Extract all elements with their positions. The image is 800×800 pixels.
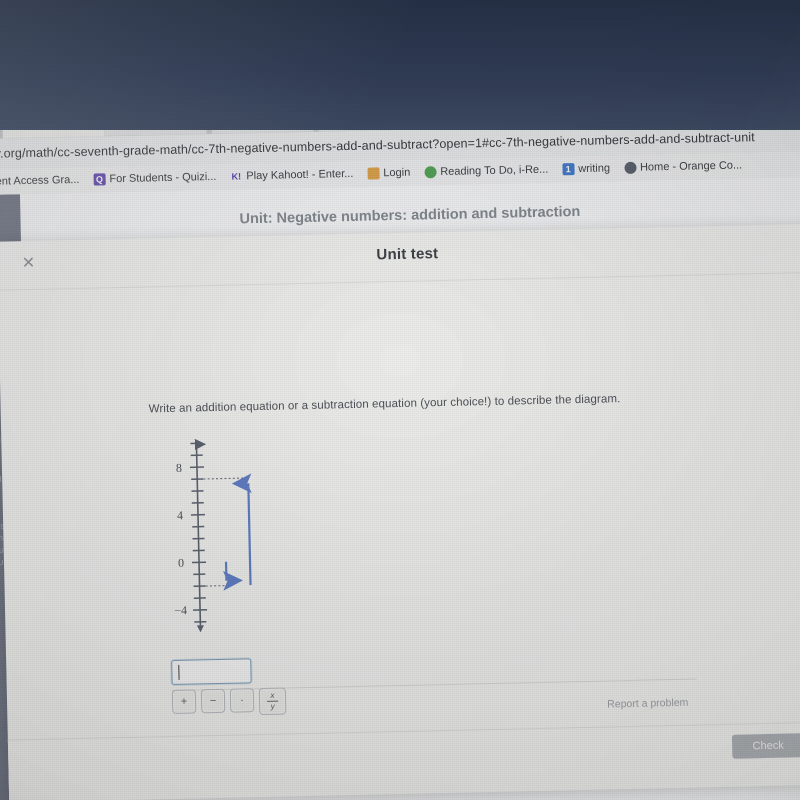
- answer-row: [171, 658, 252, 685]
- answer-input[interactable]: [171, 658, 252, 685]
- bookmark-login[interactable]: Login: [367, 167, 410, 180]
- bookmark-label: Login: [383, 166, 411, 180]
- minus-button[interactable]: −: [200, 688, 226, 714]
- fraction-denominator: y: [270, 701, 275, 711]
- bookmark-quizizz[interactable]: Q For Students - Quizi...: [93, 170, 217, 186]
- question-prompt: Write an addition equation or a subtract…: [148, 393, 621, 416]
- bookmark-label: For Students - Quizi...: [109, 170, 217, 186]
- writing-icon: 1: [562, 163, 575, 176]
- screen-content: ✕ * Negative ✕ * Negative ✕ * Negative ✕: [0, 86, 800, 800]
- multiply-dot-button[interactable]: ·: [229, 688, 255, 713]
- guide-at-7: [199, 477, 249, 480]
- tick-label-minus-4: −4: [174, 603, 187, 617]
- text-caret: [178, 664, 180, 680]
- bookmark-kahoot[interactable]: K! Play Kahoot! - Enter...: [230, 167, 354, 183]
- monitor-bezel-top: [0, 0, 800, 130]
- bookmark-label: writing: [578, 162, 611, 176]
- kahoot-icon: K!: [231, 171, 242, 182]
- bookmark-writing[interactable]: 1 writing: [562, 162, 611, 176]
- photographed-screen: ✕ * Negative ✕ * Negative ✕ * Negative ✕: [0, 0, 800, 800]
- unit-test-modal: ✕ Unit test Write an addition equation o…: [0, 223, 800, 800]
- iready-icon: [424, 166, 437, 179]
- bookmark-iready[interactable]: Reading To Do, i-Re...: [424, 164, 548, 179]
- plus-button[interactable]: +: [171, 689, 197, 714]
- login-icon: [367, 167, 380, 180]
- bookmark-student-access[interactable]: ent Access Gra...: [0, 174, 80, 188]
- check-button[interactable]: Check: [731, 733, 800, 759]
- up-arrow: [231, 473, 252, 586]
- tick-label-8: 8: [176, 461, 182, 475]
- quizizz-icon: Q: [93, 173, 106, 186]
- report-problem-link[interactable]: Report a problem: [607, 697, 688, 711]
- number-line-diagram: 8 4 0 −4: [151, 429, 366, 649]
- tick-label-0: 0: [178, 556, 184, 570]
- axis-arrow-down: [196, 625, 204, 633]
- bookmark-label: Play Kahoot! - Enter...: [246, 167, 354, 183]
- unit-heading: Unit: Negative numbers: addition and sub…: [239, 203, 581, 228]
- fraction-numerator: x: [270, 690, 275, 700]
- bookmark-label: Home - Orange Co...: [639, 159, 743, 174]
- bookmark-label: ent Access Gra...: [0, 173, 80, 188]
- operator-button-row: + − · x y: [171, 687, 287, 717]
- bookmark-orange-county[interactable]: Home - Orange Co...: [623, 159, 743, 175]
- globe-icon: [623, 161, 637, 175]
- number-line-svg: 8 4 0 −4: [174, 438, 252, 633]
- bookmark-label: Reading To Do, i-Re...: [440, 163, 549, 179]
- tick-label-4: 4: [177, 508, 183, 522]
- modal-title: Unit test: [376, 245, 439, 264]
- fraction-button[interactable]: x y: [258, 687, 287, 716]
